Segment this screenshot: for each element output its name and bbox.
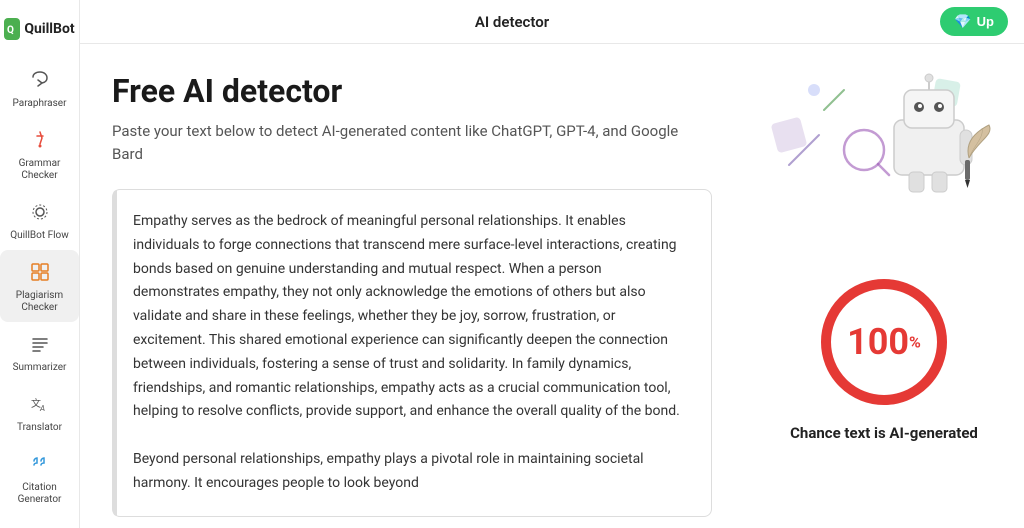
header: AI detector 💎 Up — [80, 0, 1024, 44]
logo[interactable]: Q QuillBot — [0, 8, 79, 50]
sidebar-item-paraphraser-label: Paraphraser — [13, 98, 67, 110]
score-percent: % — [909, 333, 921, 352]
sidebar-item-plagiarism-checker-label: Plagiarism Checker — [4, 290, 75, 314]
citation-generator-icon — [26, 450, 54, 478]
sidebar-item-citation-generator-label: Citation Generator — [4, 482, 75, 506]
svg-text:Q: Q — [7, 25, 14, 36]
grammar-checker-icon — [26, 126, 54, 154]
logo-text: QuillBot — [24, 21, 74, 37]
text-content: Empathy serves as the bedrock of meaning… — [133, 210, 691, 496]
logo-icon: Q — [4, 18, 20, 40]
upgrade-label: Up — [977, 14, 994, 29]
main-wrapper: AI detector 💎 Up Free AI detector Paste … — [80, 0, 1024, 528]
page-subtitle: Paste your text below to detect AI-gener… — [112, 120, 712, 165]
score-circle: 100% — [814, 272, 954, 412]
sidebar-item-translator[interactable]: 文 A Translator — [0, 382, 79, 442]
summarizer-icon — [26, 330, 54, 358]
quillbot-premium-icon — [26, 522, 54, 528]
svg-text:A: A — [39, 404, 45, 413]
score-container: 100% Chance text is AI-generated — [790, 272, 978, 442]
sidebar-item-citation-generator[interactable]: Citation Generator — [0, 442, 79, 514]
sidebar-item-translator-label: Translator — [17, 422, 62, 434]
score-label: Chance text is AI-generated — [790, 424, 978, 442]
right-panel: 100% Chance text is AI-generated — [744, 44, 1024, 528]
plagiarism-checker-icon — [26, 258, 54, 286]
sidebar-item-grammar-checker-label: Grammar Checker — [4, 158, 75, 182]
sidebar-item-quillbot-flow[interactable]: QuillBot Flow — [0, 190, 79, 250]
sidebar-item-summarizer-label: Summarizer — [13, 362, 67, 374]
page-title: Free AI detector — [112, 72, 712, 110]
translator-icon: 文 A — [26, 390, 54, 418]
quillbot-flow-icon — [26, 198, 54, 226]
sidebar-item-quillbot-premium[interactable]: QuillBot Premium — [0, 514, 79, 528]
illustration — [764, 60, 1004, 240]
sidebar: Q QuillBot Paraphraser Grammar Checker — [0, 0, 80, 528]
gem-icon: 💎 — [954, 13, 971, 30]
sidebar-item-summarizer[interactable]: Summarizer — [0, 322, 79, 382]
score-number: 100 — [847, 321, 909, 363]
text-area-container[interactable]: Empathy serves as the bedrock of meaning… — [112, 189, 712, 517]
upgrade-button[interactable]: 💎 Up — [940, 7, 1008, 36]
sidebar-item-quillbot-flow-label: QuillBot Flow — [10, 230, 69, 242]
score-text: 100% — [847, 321, 921, 363]
header-title: AI detector — [475, 13, 549, 31]
sidebar-item-grammar-checker[interactable]: Grammar Checker — [0, 118, 79, 190]
sidebar-item-plagiarism-checker[interactable]: Plagiarism Checker — [0, 250, 79, 322]
content: Free AI detector Paste your text below t… — [80, 44, 1024, 528]
sidebar-item-paraphraser[interactable]: Paraphraser — [0, 58, 79, 118]
left-panel: Free AI detector Paste your text below t… — [80, 44, 744, 528]
paraphraser-icon — [26, 66, 54, 94]
